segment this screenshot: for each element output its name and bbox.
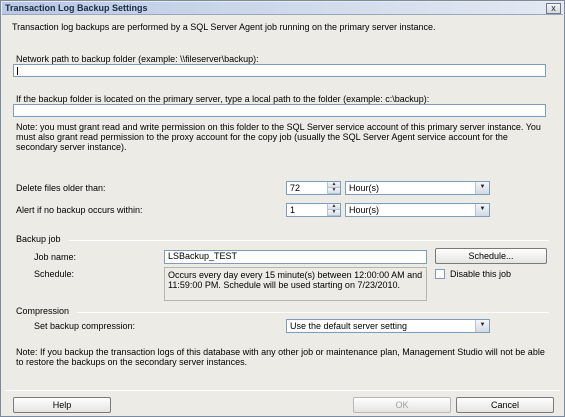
help-button[interactable]: Help — [13, 397, 111, 413]
close-icon: x — [551, 3, 556, 13]
alert-value: 1 — [290, 205, 296, 215]
network-path-input[interactable] — [13, 64, 546, 77]
job-name-input[interactable]: LSBackup_TEST — [164, 250, 427, 264]
delete-files-unit-value: Hour(s) — [349, 183, 380, 193]
job-name-label: Job name: — [34, 252, 77, 262]
compression-separator — [77, 312, 549, 313]
permissions-note: Note: you must grant read and write perm… — [16, 122, 541, 152]
delete-files-label: Delete files older than: — [16, 183, 106, 193]
alert-spin-buttons[interactable]: ▲ ▼ — [327, 204, 340, 216]
compression-label: Set backup compression: — [34, 321, 136, 331]
alert-unit-value: Hour(s) — [349, 205, 380, 215]
bottom-note: Note: If you backup the transaction logs… — [16, 347, 545, 367]
alert-unit-select[interactable]: Hour(s) ▼ — [345, 203, 490, 217]
dialog-title: Transaction Log Backup Settings — [5, 3, 148, 13]
compression-group-label: Compression — [16, 306, 70, 316]
chevron-down-icon[interactable]: ▼ — [475, 204, 489, 216]
title-bar[interactable]: Transaction Log Backup Settings x — [2, 2, 563, 15]
close-button[interactable]: x — [546, 3, 561, 14]
chevron-down-icon[interactable]: ▼ — [475, 320, 489, 332]
ok-button[interactable]: OK — [353, 397, 451, 413]
spin-down-icon[interactable]: ▼ — [328, 188, 340, 194]
schedule-label: Schedule: — [34, 269, 75, 279]
backup-job-group-label: Backup job — [16, 234, 61, 244]
compression-value: Use the default server setting — [290, 321, 408, 331]
local-path-input[interactable] — [13, 104, 546, 117]
footer-separator — [5, 390, 560, 391]
spin-down-icon[interactable]: ▼ — [328, 210, 340, 216]
schedule-button[interactable]: Schedule... — [435, 248, 547, 264]
disable-job-checkbox[interactable] — [435, 269, 445, 279]
chevron-down-icon[interactable]: ▼ — [475, 182, 489, 194]
delete-files-spin-buttons[interactable]: ▲ ▼ — [327, 182, 340, 194]
delete-files-value: 72 — [290, 183, 301, 193]
cancel-button[interactable]: Cancel — [456, 397, 554, 413]
backup-job-separator — [69, 240, 549, 241]
intro-text: Transaction log backups are performed by… — [12, 22, 436, 32]
delete-files-spinner[interactable]: 72 ▲ ▼ — [286, 181, 341, 195]
schedule-description: Occurs every day every 15 minute(s) betw… — [164, 267, 427, 301]
compression-select[interactable]: Use the default server setting ▼ — [286, 319, 490, 333]
alert-spinner[interactable]: 1 ▲ ▼ — [286, 203, 341, 217]
delete-files-unit-select[interactable]: Hour(s) ▼ — [345, 181, 490, 195]
dialog-window: Transaction Log Backup Settings x Transa… — [0, 0, 565, 417]
disable-job-label[interactable]: Disable this job — [450, 269, 511, 280]
alert-label: Alert if no backup occurs within: — [16, 205, 143, 215]
